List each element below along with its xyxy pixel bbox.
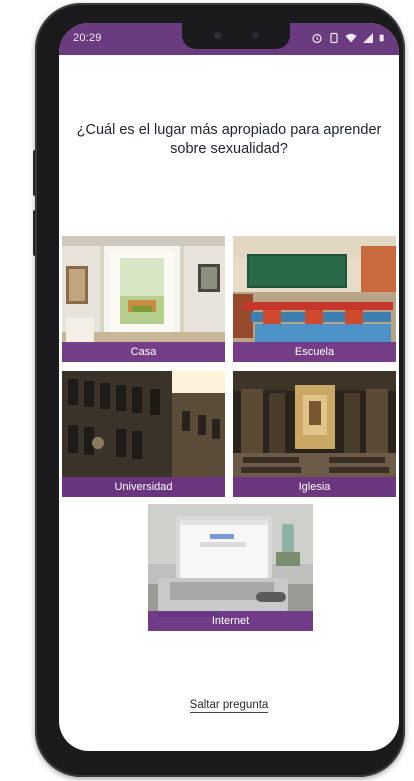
camera-notch [182, 23, 290, 49]
option-casa[interactable]: Casa [62, 236, 225, 362]
skip-question-link[interactable]: Saltar pregunta [189, 699, 269, 713]
option-label: Universidad [62, 477, 225, 497]
stage: 20:29 ¿Cuál es el lugar más apropiado pa… [0, 0, 414, 781]
wifi-icon [345, 33, 357, 43]
option-label: Iglesia [233, 477, 396, 497]
signal-icon [363, 33, 373, 43]
vibrate-icon [330, 32, 338, 44]
option-iglesia[interactable]: Iglesia [233, 371, 396, 497]
question-text: ¿Cuál es el lugar más apropiado para apr… [76, 122, 382, 157]
status-time: 20:29 [73, 32, 102, 44]
skip-question-link-wrapper: Saltar pregunta [59, 699, 399, 713]
status-icons [311, 32, 387, 44]
front-camera-icon [214, 32, 221, 39]
alarm-icon [312, 33, 322, 44]
battery-icon [379, 34, 384, 42]
status-bar: 20:29 [59, 23, 399, 55]
phone-screen: 20:29 ¿Cuál es el lugar más apropiado pa… [59, 23, 399, 751]
option-universidad[interactable]: Universidad [62, 371, 225, 497]
option-label: Escuela [233, 342, 396, 362]
option-label: Internet [148, 611, 313, 631]
option-label: Casa [62, 342, 225, 362]
option-escuela[interactable]: Escuela [233, 236, 396, 362]
sensor-icon [252, 32, 259, 39]
option-internet[interactable]: Internet [148, 504, 313, 631]
